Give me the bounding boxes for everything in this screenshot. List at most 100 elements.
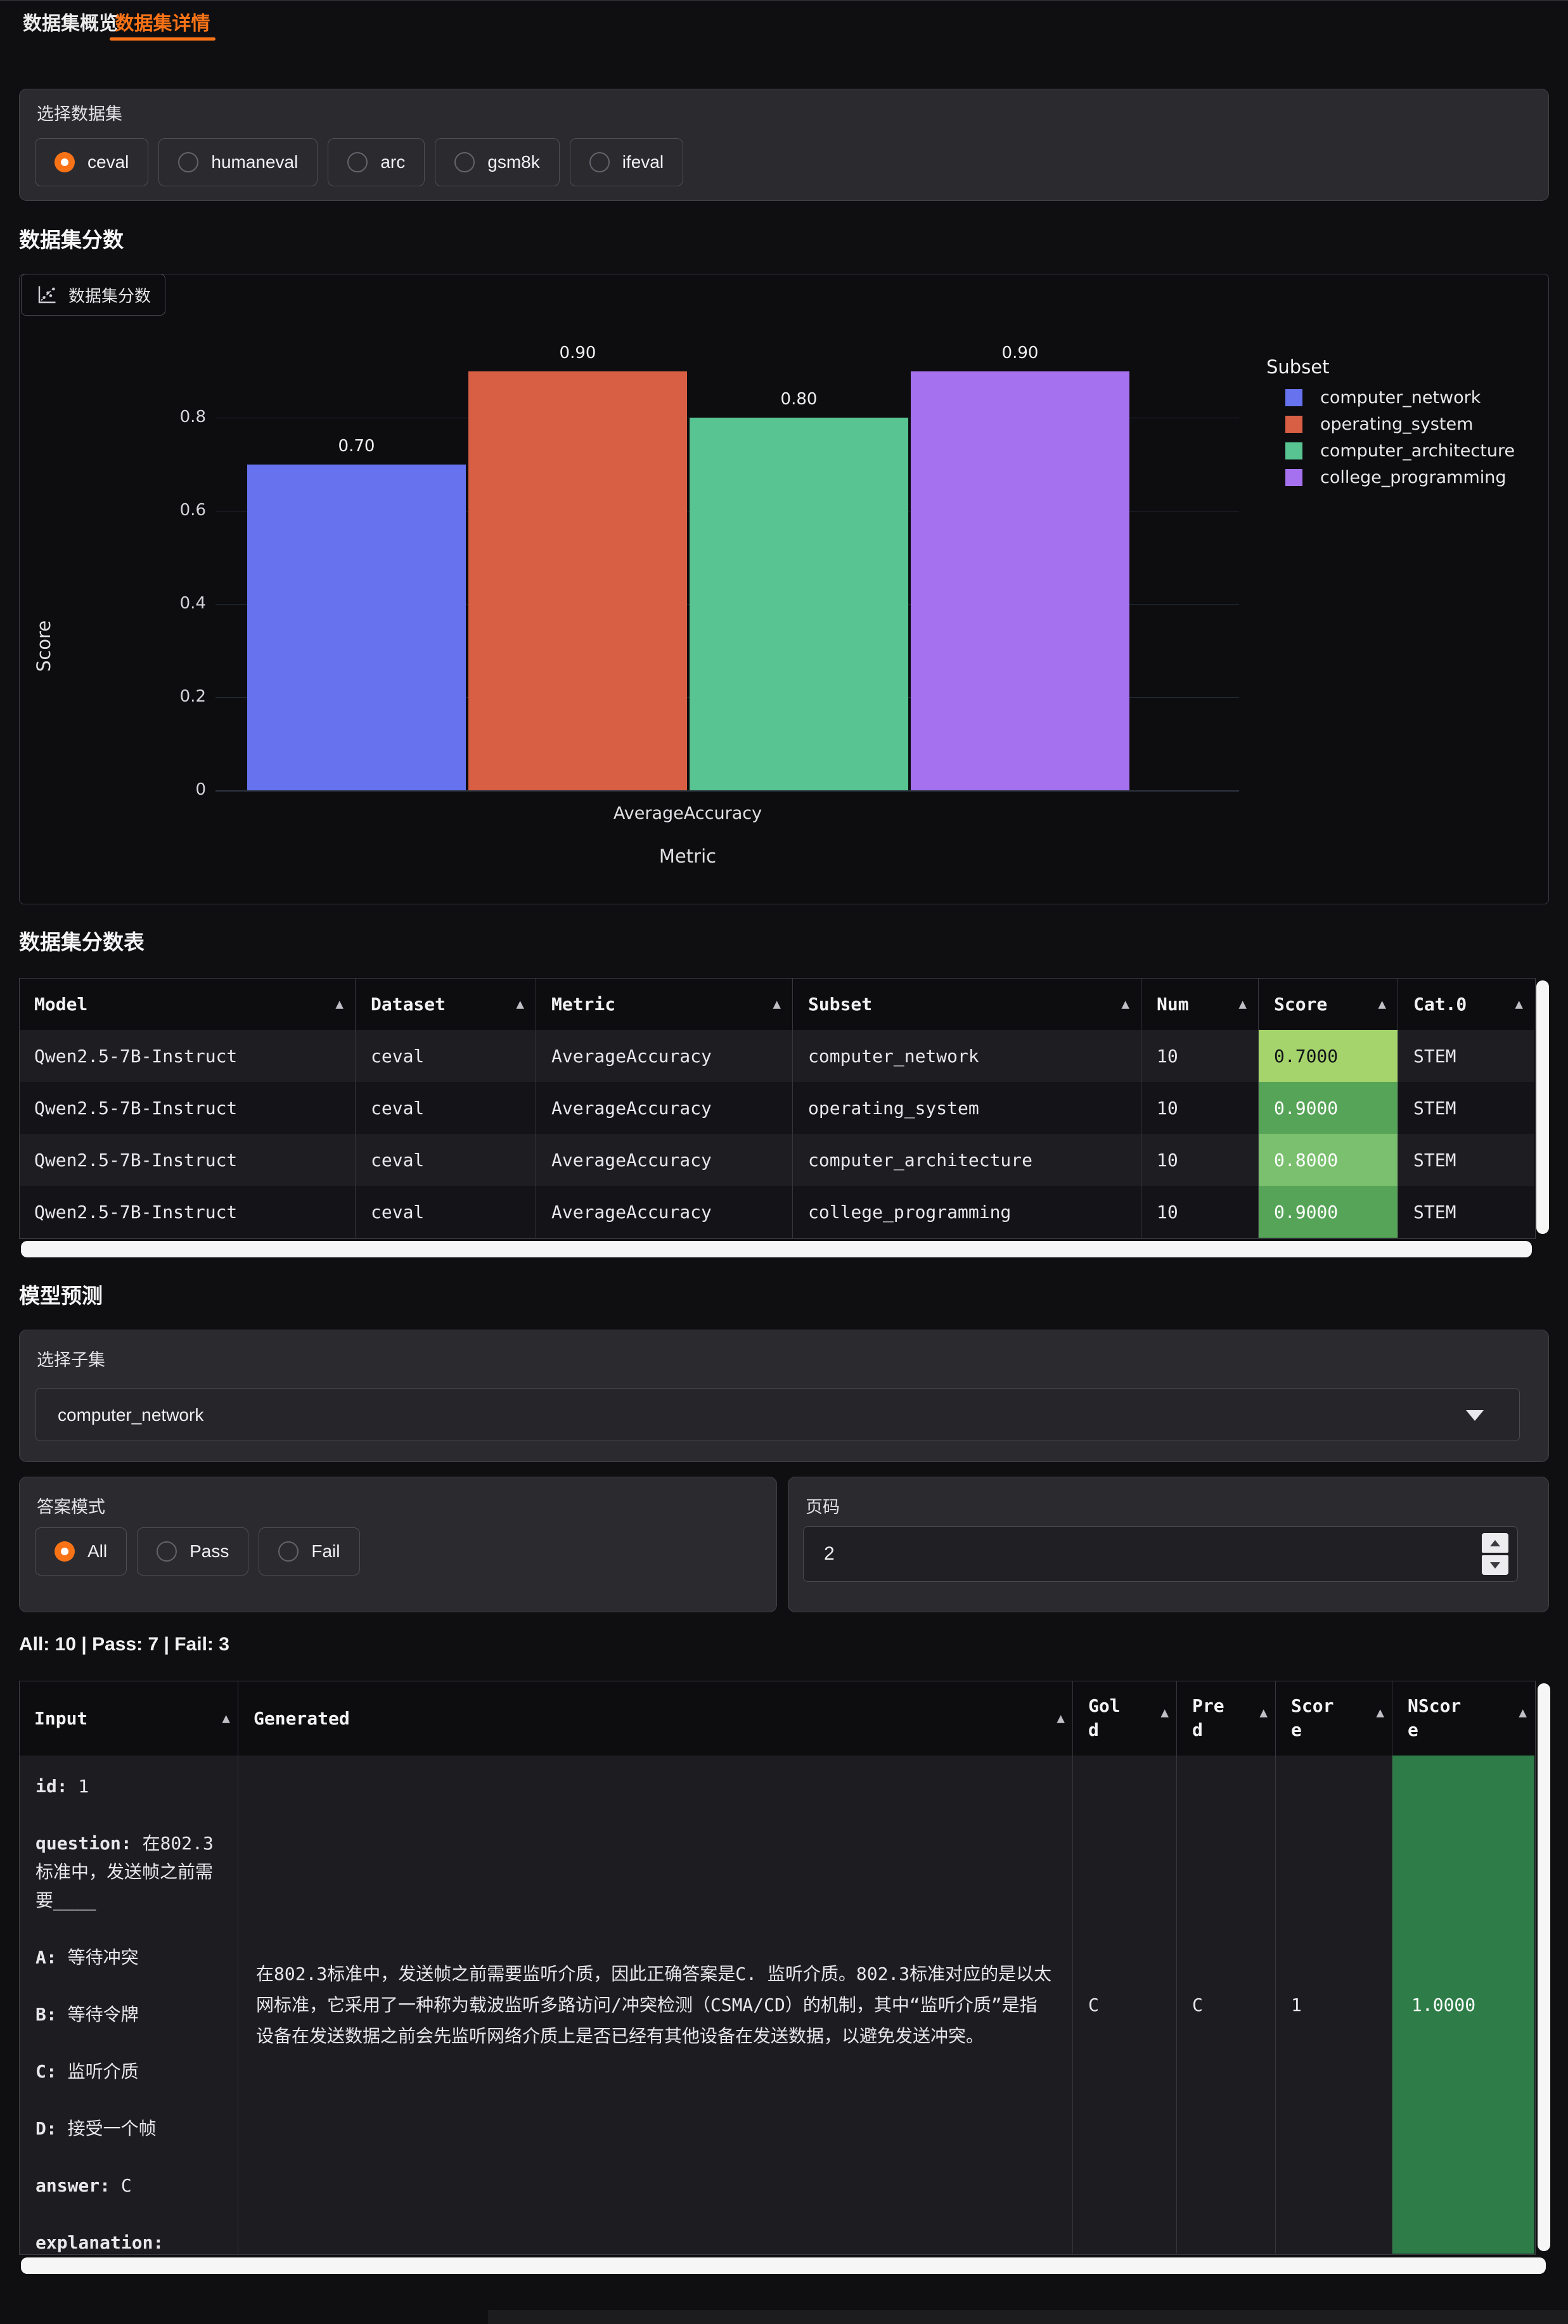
bar-college_programming[interactable] <box>911 371 1129 791</box>
y-tick-label: 0.4 <box>155 594 206 613</box>
sort-arrow-icon[interactable]: ▲ <box>1519 1705 1527 1720</box>
sort-arrow-icon[interactable]: ▲ <box>1057 1711 1065 1726</box>
input-field-key: answer: <box>35 2175 110 2196</box>
radio-label: Pass <box>190 1541 229 1562</box>
score-col-header-subset[interactable]: Subset▲ <box>792 978 1141 1030</box>
chart-tab-label: 数据集分数 <box>68 283 151 307</box>
scatter-chart-icon <box>35 283 58 306</box>
cell-subset: computer_architecture <box>792 1134 1141 1186</box>
y-axis-title: Score <box>33 507 55 672</box>
active-tab-underline <box>110 37 215 41</box>
dataset-option-gsm8k[interactable]: gsm8k <box>435 138 559 186</box>
dataset-option-ifeval[interactable]: ifeval <box>570 138 683 186</box>
pred-col-header-nscore[interactable]: NScore▲ <box>1392 1681 1534 1756</box>
score-col-header-metric[interactable]: Metric▲ <box>536 978 792 1030</box>
sort-arrow-icon[interactable]: ▲ <box>1160 1705 1169 1720</box>
sort-arrow-icon[interactable]: ▲ <box>1259 1705 1268 1720</box>
legend-item-computer_network[interactable]: computer_network <box>1285 388 1481 408</box>
sort-arrow-icon[interactable]: ▲ <box>222 1711 230 1726</box>
score-col-header-model[interactable]: Model▲ <box>19 978 355 1030</box>
gridline <box>215 790 1239 792</box>
stepper-down-button[interactable] <box>1482 1555 1508 1575</box>
radio-label: humaneval <box>211 152 298 172</box>
radio-label: arc <box>380 152 405 172</box>
tab-dataset-overview[interactable]: 数据集概览 <box>23 8 118 35</box>
arrow-down-icon <box>1490 1562 1500 1569</box>
tabbar-divider <box>0 0 1568 1</box>
cell-score: 0.9000 <box>1258 1082 1398 1134</box>
y-tick-label: 0.2 <box>155 687 206 706</box>
subset-dropdown[interactable]: computer_network <box>35 1388 1520 1441</box>
tab-dataset-detail[interactable]: 数据集详情 <box>110 8 215 35</box>
dataset-option-arc[interactable]: arc <box>328 138 425 186</box>
cell-subset: college_programming <box>792 1186 1141 1238</box>
score-col-header-num[interactable]: Num▲ <box>1141 978 1258 1030</box>
sort-arrow-icon[interactable]: ▲ <box>335 996 344 1011</box>
radio-icon <box>55 152 75 172</box>
score-table-vertical-scrollbar[interactable] <box>1536 980 1549 1234</box>
sort-arrow-icon[interactable]: ▲ <box>1515 996 1523 1011</box>
legend-item-computer_architecture[interactable]: computer_architecture <box>1285 441 1515 461</box>
radio-icon <box>278 1541 299 1562</box>
sort-arrow-icon[interactable]: ▲ <box>1376 1705 1384 1720</box>
cell-score: 0.8000 <box>1258 1134 1398 1186</box>
score-col-header-score[interactable]: Score▲ <box>1258 978 1398 1030</box>
radio-label: gsm8k <box>487 152 539 172</box>
sort-arrow-icon[interactable]: ▲ <box>1378 996 1386 1011</box>
cell-dataset: ceval <box>355 1134 536 1186</box>
cell-dataset: ceval <box>355 1186 536 1238</box>
input-field: A: 等待冲突 <box>35 1943 226 1972</box>
answer-mode-option-all[interactable]: All <box>35 1527 127 1576</box>
score-col-header-cat0[interactable]: Cat.0 ▲ <box>1398 978 1534 1030</box>
bar-value-label: 0.70 <box>247 437 466 456</box>
radio-label: Fail <box>311 1541 340 1562</box>
score-col-header-dataset[interactable]: Dataset▲ <box>355 978 536 1030</box>
bar-computer_network[interactable] <box>247 465 466 791</box>
cell-gold: C <box>1072 1756 1176 2254</box>
pred-col-header-generated[interactable]: Generated▲ <box>238 1681 1072 1756</box>
dataset-option-humaneval[interactable]: humaneval <box>158 138 318 186</box>
pred-col-header-input[interactable]: Input ▲ <box>19 1681 238 1756</box>
sort-arrow-icon[interactable]: ▲ <box>516 996 524 1011</box>
radio-icon <box>347 152 368 172</box>
pred-col-header-pred[interactable]: Pred▲ <box>1176 1681 1275 1756</box>
input-field-key: C: <box>35 2061 57 2082</box>
arrow-up-icon <box>1490 1540 1500 1546</box>
pred-col-header-gold[interactable]: Gold▲ <box>1072 1681 1176 1756</box>
column-label: Score <box>1291 1694 1339 1742</box>
sort-arrow-icon[interactable]: ▲ <box>1238 996 1247 1011</box>
sort-arrow-icon[interactable]: ▲ <box>1121 996 1129 1011</box>
sort-arrow-icon[interactable]: ▲ <box>773 996 781 1011</box>
cell-score: 1 <box>1275 1756 1392 2254</box>
chart-tab[interactable]: 数据集分数 <box>21 274 165 316</box>
cell-cat0: STEM <box>1398 1134 1534 1186</box>
pred-col-header-score[interactable]: Score ▲ <box>1275 1681 1392 1756</box>
prediction-table-vertical-scrollbar[interactable] <box>1538 1683 1550 2251</box>
input-field-key: A: <box>35 1947 57 1968</box>
column-label: Cat.0 <box>1413 994 1467 1015</box>
input-field: explanation: <box>35 2228 226 2254</box>
cell-score: 0.7000 <box>1258 1030 1398 1082</box>
legend-swatch <box>1285 442 1302 459</box>
answer-mode-option-fail[interactable]: Fail <box>259 1527 359 1576</box>
dataset-option-ceval[interactable]: ceval <box>35 138 148 186</box>
cell-score: 0.9000 <box>1258 1186 1398 1238</box>
legend-label: college_programming <box>1320 468 1507 487</box>
bar-computer_architecture[interactable] <box>690 418 908 790</box>
cell-num: 10 <box>1141 1134 1258 1186</box>
bar-operating_system[interactable] <box>468 371 687 791</box>
column-label: Input <box>34 1708 87 1729</box>
cell-subset: operating_system <box>792 1082 1141 1134</box>
stepper-up-button[interactable] <box>1482 1533 1508 1553</box>
page-number-input[interactable]: 2 <box>803 1526 1518 1582</box>
prediction-table-horizontal-scrollbar[interactable] <box>21 2257 1546 2274</box>
legend-item-college_programming[interactable]: college_programming <box>1285 468 1507 487</box>
cell-model: Qwen2.5-7B-Instruct <box>19 1030 355 1082</box>
y-tick-label: 0.8 <box>155 408 206 427</box>
x-axis-title: Metric <box>215 845 1160 867</box>
bar-value-label: 0.90 <box>911 343 1129 363</box>
input-field-key: question: <box>35 1833 132 1854</box>
answer-mode-option-pass[interactable]: Pass <box>137 1527 248 1576</box>
legend-item-operating_system[interactable]: operating_system <box>1285 414 1473 434</box>
score-table-horizontal-scrollbar[interactable] <box>21 1241 1532 1257</box>
